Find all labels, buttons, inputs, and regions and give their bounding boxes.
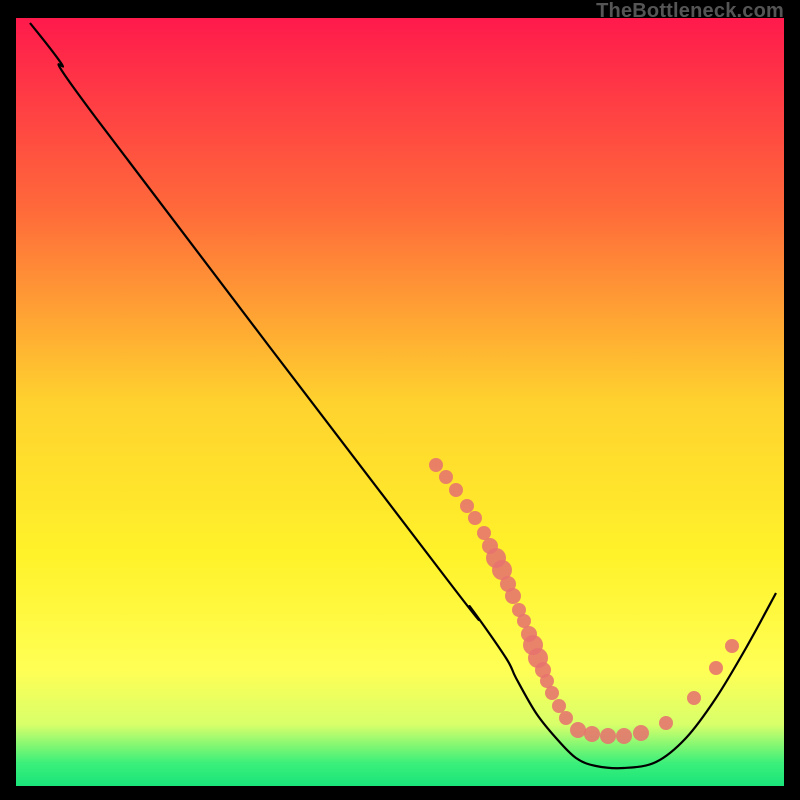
curve-layer — [16, 18, 784, 786]
marker-dots — [429, 458, 739, 744]
watermark: TheBottleneck.com — [596, 0, 784, 23]
chart-container: TheBottleneck.com — [0, 0, 800, 800]
bottleneck-curve — [30, 23, 776, 768]
